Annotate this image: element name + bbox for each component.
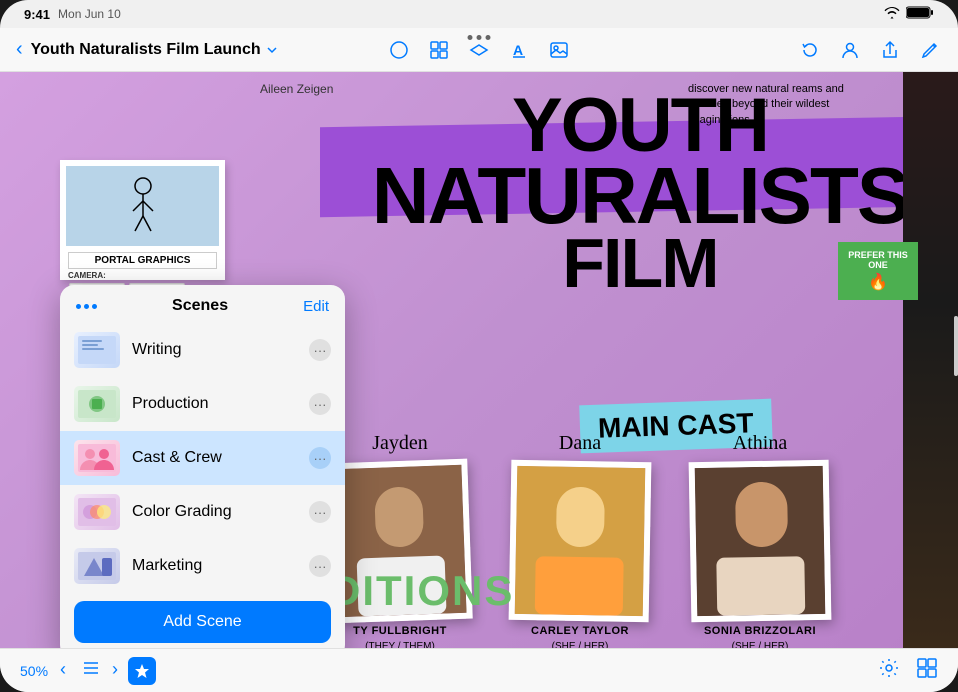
- nav-next-button[interactable]: ›: [112, 659, 118, 682]
- status-time: 9:41: [24, 7, 50, 22]
- zoom-label: 50%: [20, 663, 48, 679]
- scenes-panel-title: Scenes: [172, 297, 228, 315]
- scene-name-cast-crew: Cast & Crew: [132, 449, 309, 467]
- wifi-icon: [884, 7, 900, 22]
- bottom-right-icons: [878, 657, 938, 685]
- cast-sig-2: Dana: [559, 432, 601, 455]
- top-dots: [468, 35, 491, 40]
- dot-1: [76, 304, 81, 309]
- edit-icon[interactable]: [918, 38, 942, 62]
- cast-pronoun-3: (SHE / HER): [732, 641, 789, 648]
- aileen-label: Aileen Zeigen: [260, 82, 333, 96]
- top-dot-3: [486, 35, 491, 40]
- scene-name-color-grading: Color Grading: [132, 503, 309, 521]
- nav-star-button[interactable]: [124, 657, 156, 685]
- scene-thumb-cast: [74, 440, 120, 476]
- cast-pronoun-2: (SHE / HER): [552, 641, 609, 648]
- scenes-panel: Scenes Edit Writing ··· Production ··· C…: [60, 285, 345, 659]
- portal-graphics-label: PORTAL GRAPHICS: [68, 252, 217, 269]
- scene-more-production[interactable]: ···: [309, 393, 331, 415]
- scene-item-production[interactable]: Production ···: [60, 377, 345, 431]
- scene-thumb-writing: [74, 332, 120, 368]
- prefer-text: PREFER THIS ONE: [846, 250, 910, 270]
- top-dot-2: [477, 35, 482, 40]
- scene-item-color-grading[interactable]: Color Grading ···: [60, 485, 345, 539]
- scene-name-writing: Writing: [132, 341, 309, 359]
- nav-arrows: ‹ ›: [60, 659, 118, 682]
- cast-item-3: Athina SONIA BRIZZOLARI (SHE / HER): [690, 432, 830, 648]
- cast-sig-3: Athina: [733, 432, 787, 455]
- scenes-menu-dots[interactable]: [76, 304, 97, 309]
- chevron-down-icon: [265, 43, 279, 57]
- scene-more-cast-crew[interactable]: ···: [309, 447, 331, 469]
- left-photo-inner: [66, 166, 219, 246]
- text-tool-icon[interactable]: A: [507, 38, 531, 62]
- film-title-naturalists: NATURALISTS: [372, 160, 908, 232]
- svg-text:A: A: [513, 42, 523, 58]
- bottom-text: DITIONS: [330, 567, 514, 614]
- status-icons: [884, 6, 934, 22]
- share-icon[interactable]: [878, 38, 902, 62]
- scene-item-cast-crew[interactable]: Cast & Crew ···: [60, 431, 345, 485]
- image-tool-icon[interactable]: [547, 38, 571, 62]
- settings-icon[interactable]: [878, 657, 900, 685]
- cast-person-2-illustration: [515, 466, 646, 616]
- description-text: discover new natural reams and succeed b…: [688, 82, 868, 128]
- dot-2: [84, 304, 89, 309]
- cast-person-3-illustration: [695, 466, 826, 616]
- scene-thumb-color: [74, 494, 120, 530]
- scene-item-marketing[interactable]: Marketing ···: [60, 539, 345, 593]
- cast-sig-1: Jayden: [372, 432, 428, 455]
- cast-name-1: TY FULLBRIGHT: [353, 625, 447, 637]
- rotate-icon[interactable]: [798, 38, 822, 62]
- cast-photo-2: [509, 460, 652, 622]
- prefer-card[interactable]: PREFER THIS ONE 🔥: [838, 242, 918, 300]
- toolbar-center: A: [387, 38, 571, 62]
- back-button[interactable]: ‹: [16, 38, 23, 61]
- scene-thumb-production: [74, 386, 120, 422]
- bottom-content: DITIONS: [330, 559, 514, 618]
- nav-prev-button[interactable]: ‹: [60, 659, 66, 682]
- scene-name-marketing: Marketing: [132, 557, 309, 575]
- cast-name-2: CARLEY TAYLOR: [531, 625, 629, 637]
- nav-list-button[interactable]: [82, 659, 100, 682]
- collaborate-icon[interactable]: [838, 38, 862, 62]
- cast-name-3: SONIA BRIZZOLARI: [704, 625, 816, 637]
- scene-thumb-marketing: [74, 548, 120, 584]
- scenes-header: Scenes Edit: [60, 285, 345, 323]
- cast-photo-3: [689, 460, 832, 622]
- status-bar: 9:41 Mon Jun 10: [0, 0, 958, 26]
- left-photo-frame: PORTAL GRAPHICS CAMERA: MACRO LENS STEAD…: [60, 160, 225, 280]
- scene-name-production: Production: [132, 395, 309, 413]
- status-date: Mon Jun 10: [58, 7, 121, 21]
- bottom-toolbar: 50% ‹ ›: [0, 648, 958, 692]
- layers-tool-icon[interactable]: [467, 38, 491, 62]
- right-strip: [903, 72, 958, 648]
- toolbar-title[interactable]: Youth Naturalists Film Launch: [31, 41, 279, 59]
- scroll-indicator: [954, 316, 958, 376]
- toolbar-right: [571, 38, 942, 62]
- prefer-emoji: 🔥: [846, 272, 910, 292]
- scenes-edit-button[interactable]: Edit: [303, 298, 329, 315]
- dot-3: [92, 304, 97, 309]
- top-dot-1: [468, 35, 473, 40]
- scene-more-marketing[interactable]: ···: [309, 555, 331, 577]
- film-title-film: FILM: [372, 232, 908, 295]
- figure-illustration: [123, 176, 163, 236]
- scene-more-color-grading[interactable]: ···: [309, 501, 331, 523]
- toolbar-left: ‹ Youth Naturalists Film Launch: [16, 38, 387, 61]
- cast-item-2: Dana CARLEY TAYLOR (SHE / HER): [510, 432, 650, 648]
- battery-icon: [906, 6, 934, 22]
- camera-label: CAMERA:: [68, 271, 217, 280]
- view-icon[interactable]: [916, 657, 938, 685]
- cast-pronoun-1: (THEY / THEM): [365, 641, 435, 648]
- scene-more-writing[interactable]: ···: [309, 339, 331, 361]
- ipad-frame: 9:41 Mon Jun 10 ‹ Youth Naturalists Film…: [0, 0, 958, 692]
- grid-tool-icon[interactable]: [427, 38, 451, 62]
- add-scene-button[interactable]: Add Scene: [74, 601, 331, 643]
- circle-tool-icon[interactable]: [387, 38, 411, 62]
- scene-item-writing[interactable]: Writing ···: [60, 323, 345, 377]
